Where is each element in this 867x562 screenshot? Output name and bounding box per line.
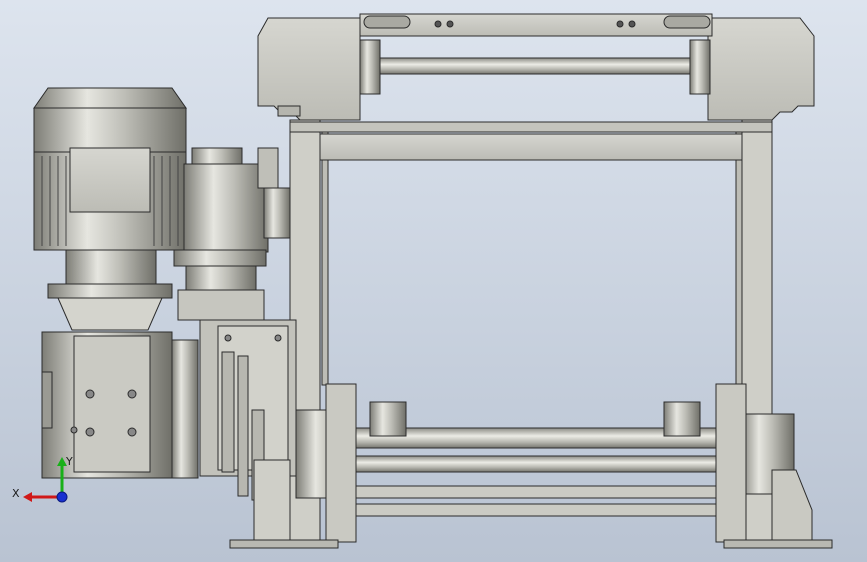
top-right-plate (707, 17, 815, 121)
motor (33, 87, 187, 331)
coordinate-triad: X Y (10, 455, 80, 515)
base-foot-right (723, 539, 833, 549)
frame-crossbar-upper (319, 133, 743, 161)
cad-viewport[interactable]: X Y (0, 0, 867, 562)
top-roller (359, 39, 711, 95)
lower-support-left (253, 459, 291, 543)
upper-reducer (173, 147, 291, 321)
top-left-plate (257, 17, 361, 121)
frame-post-right-inner (735, 129, 743, 386)
base-foot-left (229, 539, 339, 549)
lower-support-right-inner (715, 383, 747, 543)
frame-post-left-inner (321, 129, 329, 386)
lower-support-mid (325, 383, 357, 543)
frame-top-beam (289, 121, 773, 133)
top-crossbar (359, 13, 713, 37)
lower-support-right (771, 469, 813, 543)
y-axis-label: Y (66, 455, 73, 468)
x-axis-label: X (12, 487, 20, 500)
assembly-model[interactable] (0, 0, 867, 562)
